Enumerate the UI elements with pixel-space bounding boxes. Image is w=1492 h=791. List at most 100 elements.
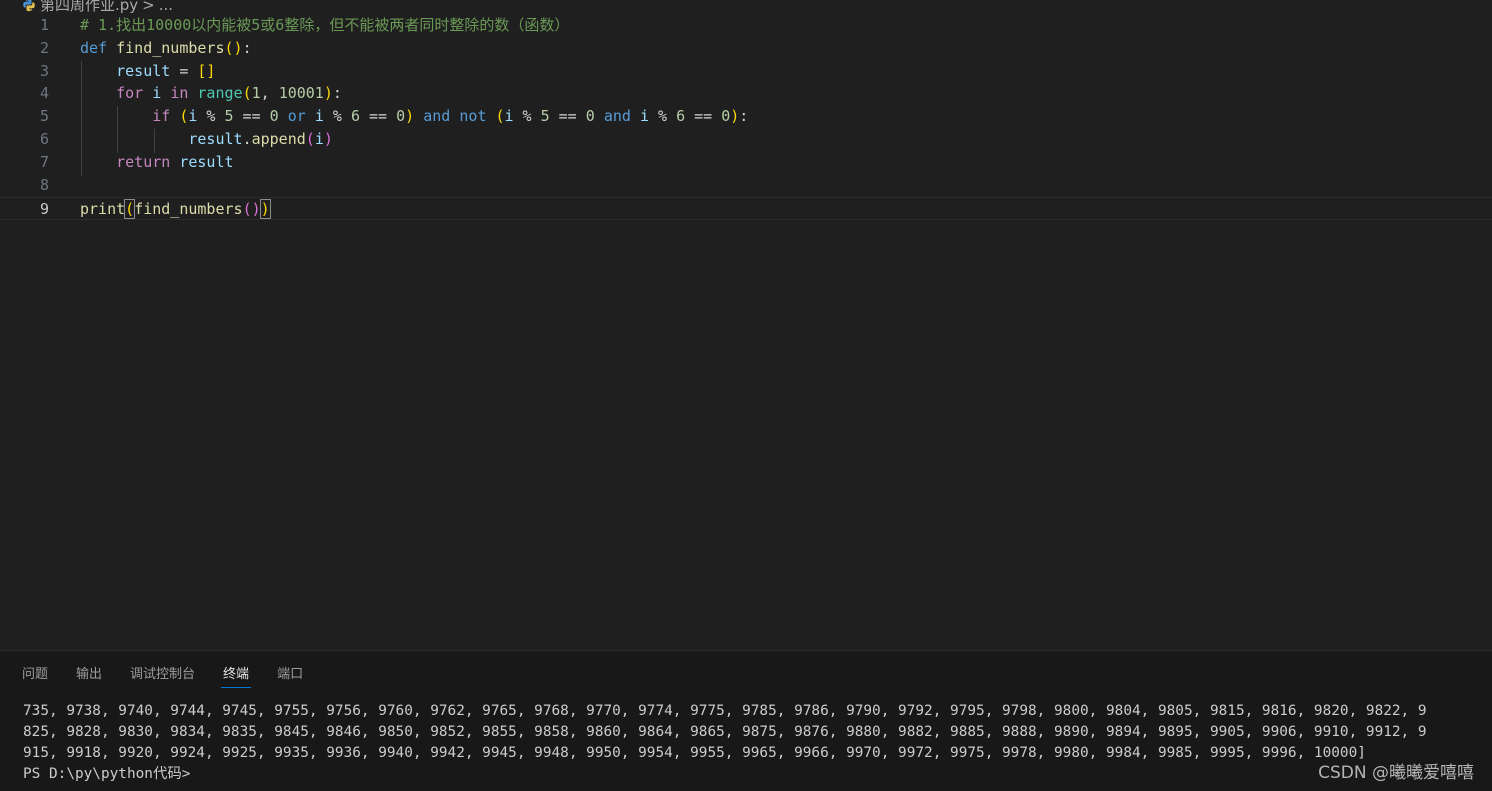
code-token: :	[739, 107, 749, 125]
code-token: ==	[233, 107, 270, 125]
line-number: 6	[39, 130, 49, 148]
code-token: 1	[251, 84, 261, 102]
code-line[interactable]: 2 def find_numbers():	[0, 37, 1492, 60]
code-token: ()	[224, 39, 243, 57]
code-token: # 1.找出10000以内能被5或6整除，但不能被两者同时整除的数（函数）	[80, 16, 570, 34]
terminal-line: 735, 9738, 9740, 9744, 9745, 9755, 9756,…	[23, 703, 1427, 719]
line-number: 3	[39, 62, 49, 80]
code-token: i	[314, 107, 324, 125]
code-token: %	[323, 107, 351, 125]
code-line[interactable]: 5 if (i % 5 == 0 or i % 6 == 0) and not …	[0, 105, 1492, 128]
line-number: 5	[39, 107, 49, 125]
code-token: result	[188, 130, 243, 148]
code-token: (	[242, 84, 252, 102]
tab-terminal[interactable]: 终端	[221, 663, 252, 688]
tab-ports[interactable]: 端口	[277, 663, 303, 688]
code-text[interactable]: def find_numbers():	[80, 37, 252, 60]
code-token: )	[730, 107, 740, 125]
code-token: find_numbers	[116, 39, 225, 57]
code-text[interactable]: result.append(i)	[80, 128, 333, 151]
bottom-panel: 问题 输出 调试控制台 终端 端口 735, 9738, 9740, 9744, 974…	[0, 650, 1492, 791]
code-token: %	[197, 107, 225, 125]
code-token: i	[504, 107, 514, 125]
code-token: %	[648, 107, 677, 125]
line-number: 8	[39, 176, 49, 194]
code-token: 6	[676, 107, 686, 125]
python-file-icon	[23, 0, 35, 11]
code-token: :	[332, 84, 342, 102]
code-text[interactable]: for i in range(1, 10001):	[80, 82, 342, 105]
code-line[interactable]: 7 return result	[0, 151, 1492, 174]
code-token: result	[179, 153, 234, 171]
code-token: and	[603, 107, 631, 125]
tab-problems[interactable]: 问题	[22, 663, 48, 688]
code-token: range	[197, 84, 243, 102]
terminal-line: 915, 9918, 9920, 9924, 9925, 9935, 9936,…	[23, 745, 1366, 761]
code-token: ==	[549, 107, 586, 125]
code-token: )	[323, 130, 333, 148]
code-token: append	[251, 130, 306, 148]
code-line[interactable]: 4 for i in range(1, 10001):	[0, 82, 1492, 105]
code-token: 10001	[278, 84, 324, 102]
code-token: (	[124, 199, 136, 219]
code-text[interactable]: # 1.找出10000以内能被5或6整除，但不能被两者同时整除的数（函数）	[80, 14, 569, 37]
code-text[interactable]: print(find_numbers())	[80, 198, 271, 221]
code-token: .	[242, 130, 252, 148]
code-line[interactable]: 8	[0, 174, 1492, 197]
line-number: 9	[39, 200, 49, 218]
code-token: ()	[242, 200, 261, 218]
code-token: 0	[721, 107, 731, 125]
code-token: i	[152, 84, 162, 102]
code-token: %	[513, 107, 541, 125]
code-editor[interactable]: 1 # 1.找出10000以内能被5或6整除，但不能被两者同时整除的数（函数） 2 d…	[0, 14, 1492, 650]
line-number: 1	[39, 16, 49, 34]
code-token: 0	[396, 107, 406, 125]
code-token: find_numbers	[134, 200, 243, 218]
code-token: and	[423, 107, 451, 125]
code-token: print	[80, 200, 126, 218]
breadcrumb-more[interactable]: ...	[159, 0, 173, 14]
code-token: 5	[224, 107, 234, 125]
code-token: i	[314, 130, 324, 148]
code-text[interactable]: return result	[80, 151, 234, 174]
code-line[interactable]: 1 # 1.找出10000以内能被5或6整除，但不能被两者同时整除的数（函数）	[0, 14, 1492, 37]
code-token: ==	[359, 107, 397, 125]
line-number: 2	[39, 39, 49, 57]
code-token: (	[305, 130, 315, 148]
code-text[interactable]: result = []	[80, 60, 215, 83]
code-text[interactable]: if (i % 5 == 0 or i % 6 == 0) and not (i…	[80, 105, 748, 128]
code-token: :	[242, 39, 252, 57]
code-token: i	[639, 107, 649, 125]
code-line[interactable]: 3 result = []	[0, 60, 1492, 83]
tab-debug-console[interactable]: 调试控制台	[130, 663, 195, 688]
code-token: ==	[685, 107, 722, 125]
panel-tabs: 问题 输出 调试控制台 终端 端口	[22, 663, 303, 688]
breadcrumb: 第四周作业.py > ...	[0, 0, 1492, 14]
code-token: =	[170, 62, 198, 80]
code-token: if	[152, 107, 171, 125]
code-token: def	[80, 39, 108, 57]
code-line[interactable]: 9 print(find_numbers())	[0, 197, 1492, 220]
code-token: or	[287, 107, 306, 125]
breadcrumb-file[interactable]: 第四周作业.py	[40, 0, 138, 14]
code-line[interactable]: 6 result.append(i)	[0, 128, 1492, 151]
tab-output[interactable]: 输出	[76, 663, 102, 688]
terminal-output[interactable]: 735, 9738, 9740, 9744, 9745, 9755, 9756,…	[23, 701, 1483, 785]
code-token: in	[170, 84, 189, 102]
code-token: ,	[260, 84, 279, 102]
code-token: []	[197, 62, 216, 80]
terminal-prompt: PS D:\py\python代码>	[23, 766, 191, 782]
